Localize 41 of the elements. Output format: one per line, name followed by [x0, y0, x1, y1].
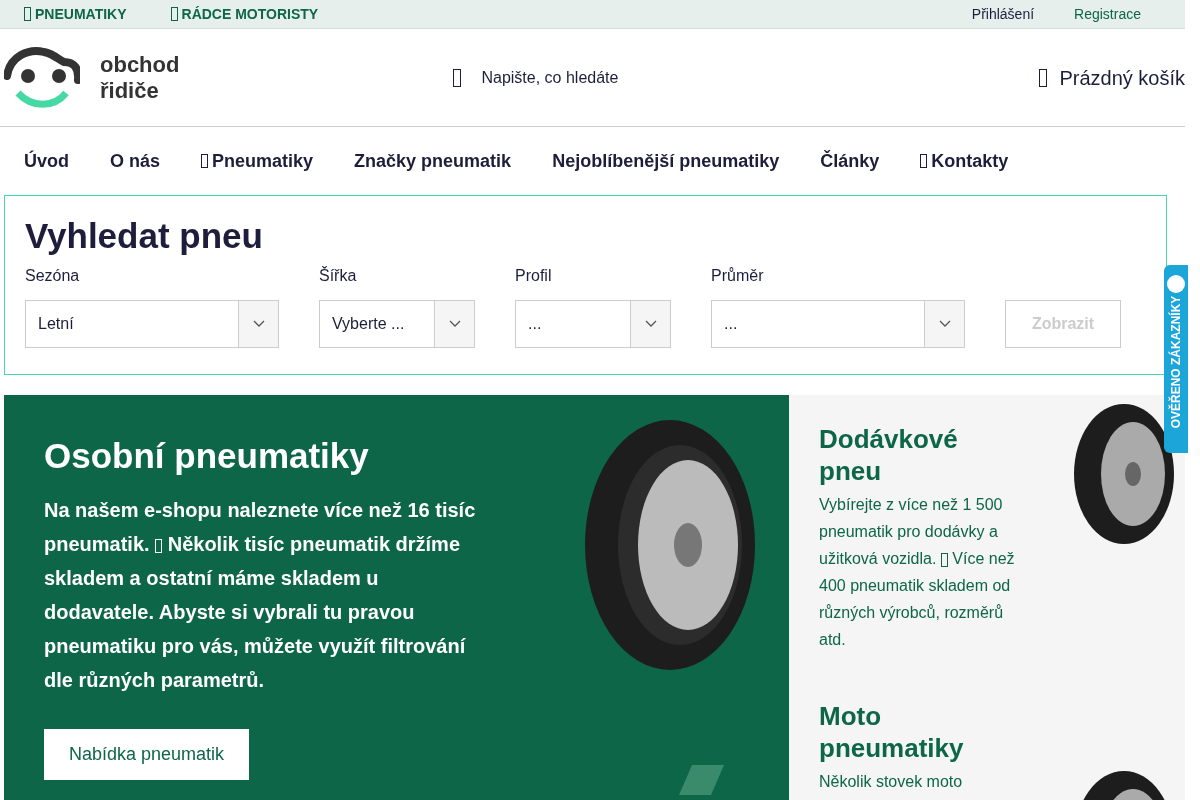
chevron-down-icon	[644, 320, 657, 328]
card-title: Dodávkové pneu	[819, 423, 959, 487]
badge-text: OVĚŘENO ZÁKAZNÍKY	[1167, 295, 1184, 429]
select-field[interactable]: Letní	[25, 300, 279, 348]
card-title: Moto pneumatiky	[819, 700, 965, 764]
cart-link[interactable]: Prázdný košík	[1039, 62, 1185, 93]
hero-text: Na našem e-shopu naleznete více než 16 tisíc pneumatik. Několik tisíc pneumatik držíme skladem a ostatní máme skladem u dodavatele. Abyste si vybrali tu pravou pneumatiku pro vás, můžete využít filtrování dle různých parametrů.	[44, 498, 477, 693]
nav-item[interactable]: O nás	[110, 147, 161, 175]
panel-title: Vyhledat pneu	[25, 216, 264, 256]
field-label: Průměr	[711, 266, 765, 286]
select-field[interactable]: Vyberte ...	[319, 300, 475, 348]
field-label: Šířka	[319, 265, 358, 286]
hero-title: Osobní pneumatiky	[44, 435, 370, 477]
missing-glyph-icon	[1039, 68, 1048, 87]
badge-seal-icon	[1167, 275, 1185, 293]
field-label: Sezóna	[25, 266, 81, 286]
select-field[interactable]: ...	[515, 300, 671, 348]
card-text: Vybírejte z více než 1 500 pneumatik pro dodávky a užitková vozidla. Více než 400 pneumatik skladem od různých výrobců, rozměrů atd.	[819, 495, 1016, 650]
search-field[interactable]: Napište, co hledáte	[453, 65, 682, 90]
top-link[interactable]: Přihlášení	[971, 3, 1035, 25]
nav-item[interactable]: Pneumatiky	[201, 147, 314, 175]
chevron-down-icon	[448, 320, 461, 328]
select-field[interactable]: ...	[711, 300, 965, 348]
nav-item[interactable]: Značky pneumatik	[354, 147, 512, 175]
top-link[interactable]: PNEUMATIKY	[24, 3, 127, 25]
nav-item[interactable]: Úvod	[24, 147, 69, 175]
logo-text: řidiče	[100, 77, 160, 104]
chevron-down-icon	[252, 320, 265, 328]
stripe-shape	[679, 765, 724, 795]
top-link[interactable]: RÁDCE MOTORISTY	[170, 3, 319, 25]
top-link[interactable]: Registrace	[1074, 3, 1141, 25]
missing-glyph-icon	[453, 68, 462, 87]
nav-item[interactable]: Nejoblíbenější pneumatiky	[552, 147, 780, 175]
card-text: Několik stovek moto	[819, 772, 964, 792]
logo-icon	[4, 45, 80, 110]
logo-text: obchod	[100, 51, 180, 78]
nav-item[interactable]: Kontakty	[920, 147, 1009, 175]
chevron-down-icon	[938, 320, 951, 328]
nav-item[interactable]: Články	[820, 147, 880, 175]
offer-button[interactable]: Nabídka pneumatik	[44, 729, 250, 780]
field-label: Profil	[515, 266, 553, 286]
